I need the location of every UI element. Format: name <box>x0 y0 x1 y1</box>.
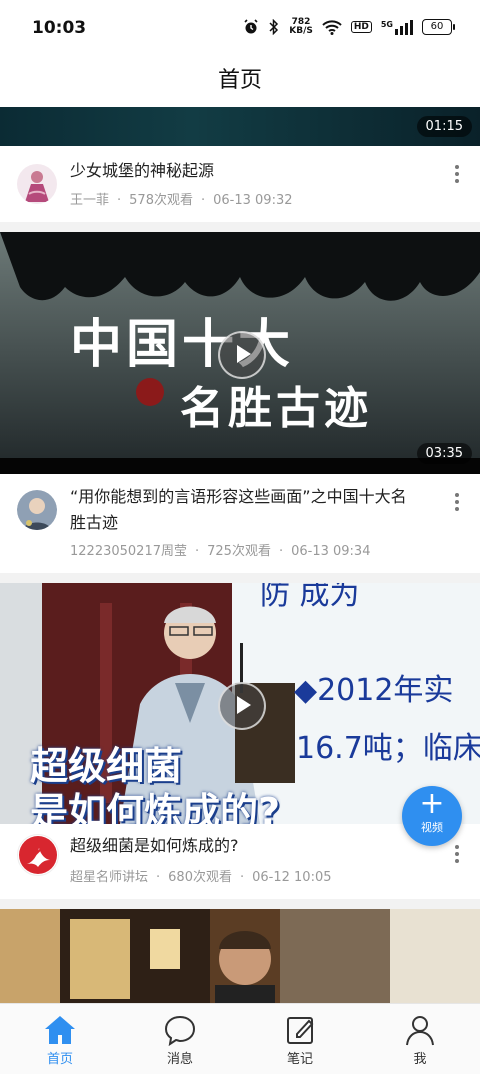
divider <box>0 222 480 232</box>
user-icon <box>406 1016 434 1046</box>
video-duration: 01:15 <box>416 116 472 137</box>
video-meta: 超星名师讲坛 · 680次观看 · 06-12 10:05 <box>70 870 332 885</box>
alarm-icon <box>244 19 258 34</box>
play-icon[interactable] <box>218 681 266 730</box>
video-title[interactable]: 超级细菌是如何炼成的? <box>70 833 410 859</box>
slide-text: 16.7吨；临床 <box>296 731 480 766</box>
video-thumbnail[interactable]: 01:15 <box>0 107 480 146</box>
video-thumbnail[interactable]: 防 成为 ◆2012年实 16.7吨；临床 超级细菌 是如何炼成的? <box>0 583 480 824</box>
tab-profile[interactable]: 我 <box>360 1004 480 1074</box>
add-video-button[interactable]: + 视频 <box>402 786 462 846</box>
plus-icon: + <box>419 786 445 821</box>
bottom-tab-bar: 首页 消息 笔记 我 <box>0 1003 480 1074</box>
video-feed[interactable]: 01:15 少女城堡的神秘起源 王一菲 · 578次观看 · 06-13 09:32 中… <box>0 107 480 1003</box>
play-icon[interactable] <box>218 331 266 379</box>
avatar[interactable] <box>17 490 57 530</box>
bluetooth-icon <box>269 19 279 35</box>
avatar[interactable] <box>17 834 59 876</box>
video-overlay-subtitle: 名胜古迹 <box>180 383 372 434</box>
more-icon[interactable] <box>451 842 463 866</box>
note-icon <box>287 1017 314 1044</box>
video-info[interactable]: 少女城堡的神秘起源 王一菲 · 578次观看 · 06-13 09:32 <box>0 146 480 222</box>
tab-label: 我 <box>413 1052 427 1067</box>
author-name[interactable]: 王一菲 <box>70 193 109 208</box>
slide-text: ◆2012年实 <box>294 673 454 708</box>
status-icons: 782 KB/S HD 5G 60 <box>243 17 455 36</box>
tab-notes[interactable]: 笔记 <box>240 1004 360 1074</box>
video-info[interactable]: “用你能想到的言语形容这些画面”之中国十大名胜古迹 12223050217周莹 ·… <box>0 474 480 573</box>
divider <box>0 899 480 909</box>
view-count: 725次观看 <box>207 544 271 559</box>
tab-label: 笔记 <box>286 1052 313 1067</box>
video-thumbnail[interactable]: 中国十大 名胜古迹 03:35 <box>0 232 480 474</box>
video-title[interactable]: 少女城堡的神秘起源 <box>70 158 410 184</box>
publish-time: 06-13 09:34 <box>291 544 371 559</box>
home-icon <box>45 1016 75 1044</box>
tab-label: 首页 <box>46 1052 73 1067</box>
status-bar: 10:03 782 KB/S HD 5G 60 <box>0 0 480 56</box>
hd-badge: HD <box>350 21 372 33</box>
add-video-label: 视频 <box>421 821 443 834</box>
wifi-icon <box>322 20 342 35</box>
view-count: 578次观看 <box>129 193 193 208</box>
author-name[interactable]: 12223050217周莹 <box>70 544 187 559</box>
view-count: 680次观看 <box>168 870 232 885</box>
tab-label: 消息 <box>166 1052 193 1067</box>
avatar[interactable] <box>17 164 57 204</box>
video-thumbnail[interactable] <box>0 909 480 1003</box>
status-time: 10:03 <box>32 18 87 38</box>
publish-time: 06-13 09:32 <box>213 193 293 208</box>
video-caption: 是如何炼成的? <box>30 790 281 824</box>
slide-text: 防 成为 <box>260 583 360 612</box>
video-meta: 王一菲 · 578次观看 · 06-13 09:32 <box>70 193 293 208</box>
page-title: 首页 <box>217 68 262 93</box>
video-duration: 03:35 <box>416 443 472 464</box>
network-speed: 782 KB/S <box>289 17 313 36</box>
more-icon[interactable] <box>451 490 463 514</box>
author-name[interactable]: 超星名师讲坛 <box>70 870 148 885</box>
signal-icon: 5G <box>381 19 413 35</box>
tab-home[interactable]: 首页 <box>0 1004 120 1074</box>
video-title[interactable]: “用你能想到的言语形容这些画面”之中国十大名胜古迹 <box>70 484 410 536</box>
divider <box>0 573 480 583</box>
video-meta: 12223050217周莹 · 725次观看 · 06-13 09:34 <box>70 544 371 559</box>
more-icon[interactable] <box>451 162 463 186</box>
battery-icon: 60 <box>422 19 455 35</box>
message-icon <box>164 1015 196 1046</box>
publish-time: 06-12 10:05 <box>252 870 332 885</box>
tab-messages[interactable]: 消息 <box>120 1004 240 1074</box>
